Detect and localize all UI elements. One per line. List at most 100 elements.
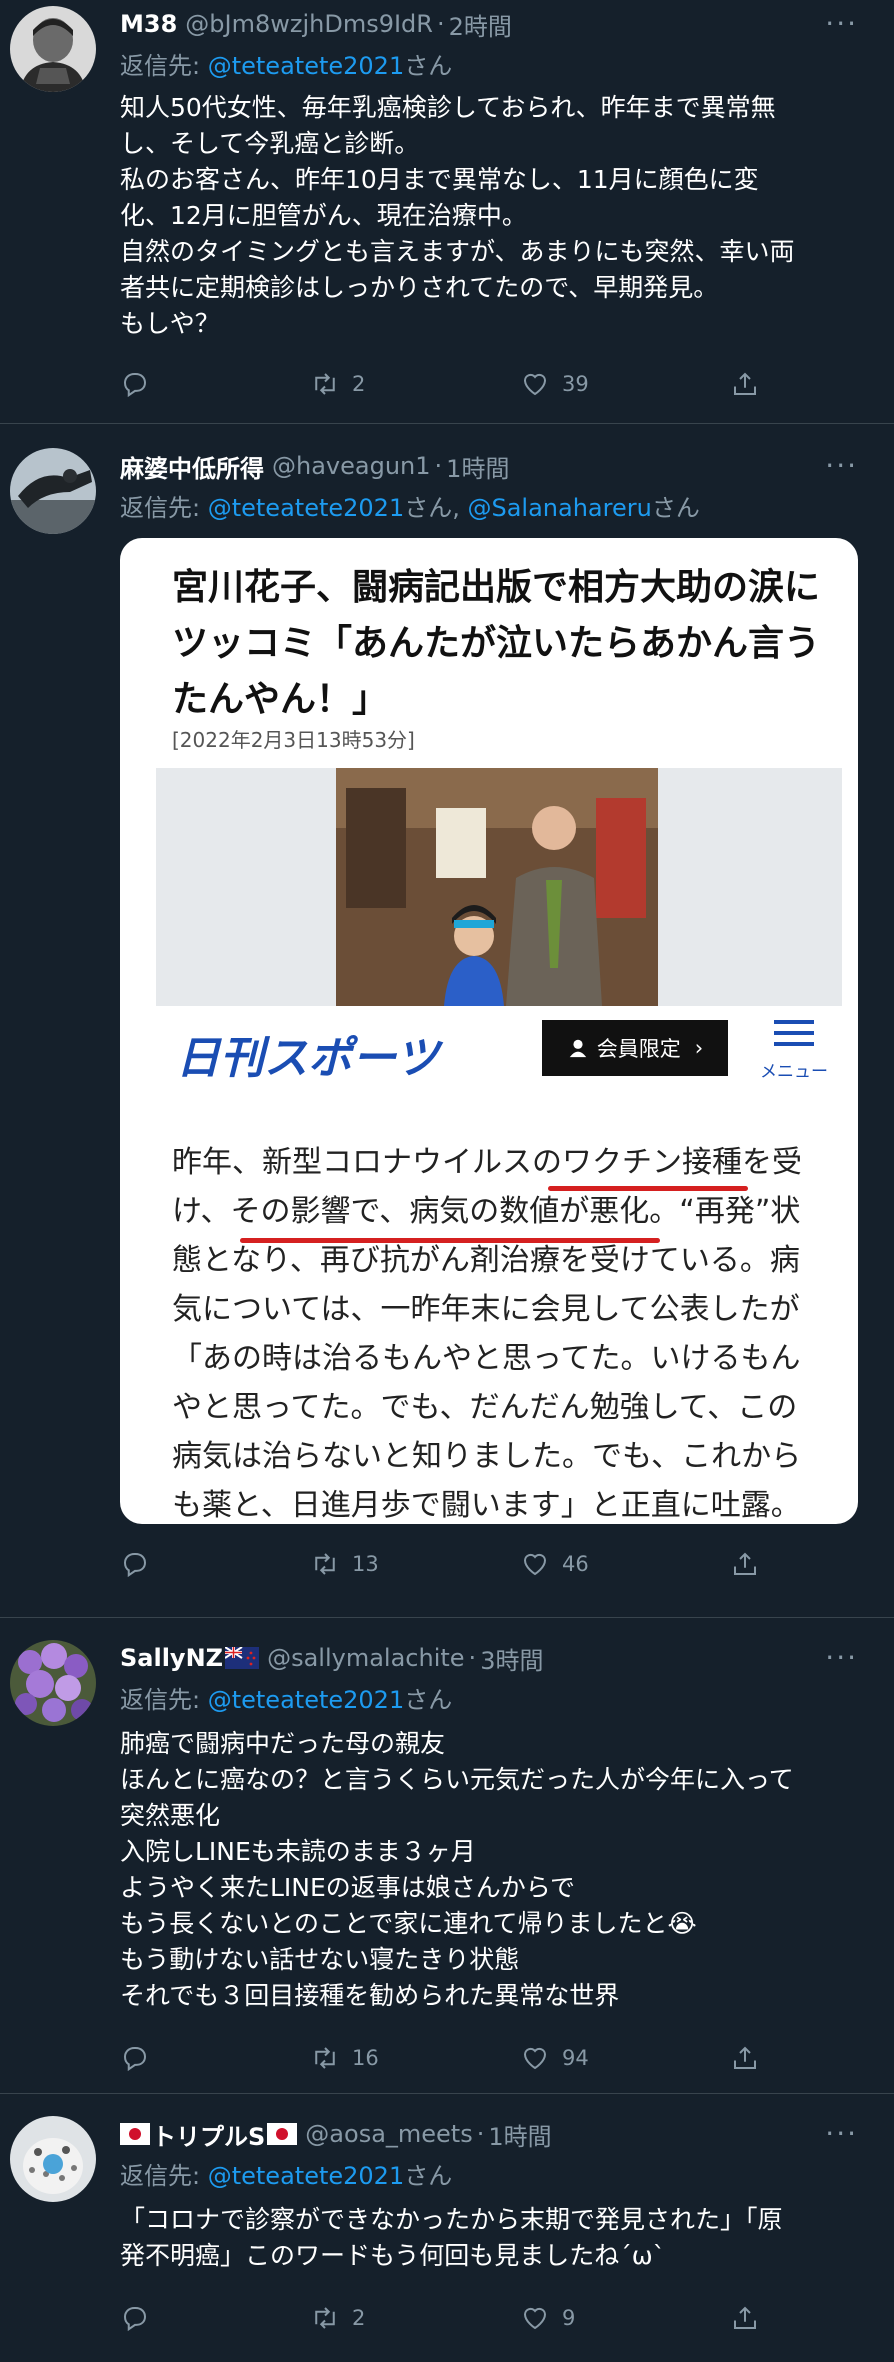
mention-link[interactable]: @teteatete2021 bbox=[208, 494, 405, 522]
text-line: 知人50代女性、毎年乳癌検診しておられ、昨年まで異常無 bbox=[120, 93, 776, 122]
reply-context: 返信先: @teteatete2021さん bbox=[120, 46, 856, 86]
timestamp[interactable]: 2時間 bbox=[449, 7, 512, 42]
display-name[interactable]: SallyNZ bbox=[120, 1644, 223, 1672]
share-button[interactable] bbox=[730, 1549, 760, 1579]
text-line: 肺癌で闘病中だった母の親友 bbox=[120, 1729, 446, 1758]
like-button[interactable]: 9 bbox=[520, 2303, 730, 2333]
hamburger-menu-icon: メニュー bbox=[756, 1014, 832, 1084]
reply-button[interactable] bbox=[120, 1549, 310, 1579]
handle[interactable]: @aosa_meets bbox=[305, 2120, 472, 2148]
display-name[interactable]: M38 bbox=[120, 10, 177, 38]
tweet[interactable]: トリプルS @aosa_meets · 1時間 ··· 返信先: @teteat… bbox=[0, 2094, 894, 2362]
timestamp[interactable]: 3時間 bbox=[480, 1641, 543, 1676]
more-icon[interactable]: ··· bbox=[825, 2120, 858, 2148]
separator-dot: · bbox=[436, 10, 445, 38]
text-line: もう動けない話せない寝たきり状態 bbox=[120, 1945, 520, 1974]
retweet-button[interactable]: 2 bbox=[310, 369, 520, 399]
retweet-icon bbox=[315, 2307, 335, 2329]
tweet-text: 肺癌で闘病中だった母の親友 ほんとに癌なの？と言うくらい元気だった人が今年に入っ… bbox=[120, 1726, 856, 2014]
member-only-label: 会員限定 bbox=[596, 1037, 681, 1061]
handle[interactable]: @sallymalachite bbox=[267, 1644, 464, 1672]
handle[interactable]: @haveagun1 bbox=[272, 452, 431, 480]
mention-link[interactable]: @teteatete2021 bbox=[208, 1686, 405, 1714]
headline-line: たんやん！」 bbox=[172, 679, 389, 720]
text-line: もう長くないとのことで家に連れて帰りましたと😭 bbox=[120, 1909, 697, 1938]
reply-suffix: さん bbox=[651, 494, 700, 522]
like-icon bbox=[523, 1553, 547, 1576]
mention-separator: , bbox=[452, 494, 468, 522]
reply-suffix: さん bbox=[404, 52, 453, 80]
text-line: 入院しLINEも未読のまま３ヶ月 bbox=[120, 1837, 476, 1866]
reply-prefix: 返信先: bbox=[120, 494, 208, 522]
tweet-image[interactable]: 宮川花子、闘病記出版で相方大助の涙に ツッコミ「あんたが泣いたらあかん言う たん… bbox=[120, 538, 858, 1524]
reply-suffix: さん bbox=[404, 2162, 453, 2190]
reply-button[interactable] bbox=[120, 2303, 310, 2333]
avatar[interactable] bbox=[10, 448, 96, 534]
flag-japan-icon bbox=[120, 2123, 150, 2145]
reply-button[interactable] bbox=[120, 369, 310, 399]
tweet-text: 知人50代女性、毎年乳癌検診しておられ、昨年まで異常無 し、そして今乳癌と診断。… bbox=[120, 90, 856, 342]
timestamp[interactable]: 1時間 bbox=[446, 449, 509, 484]
brand-logo: 日刊スポーツ bbox=[176, 1033, 440, 1084]
display-name[interactable]: トリプルS bbox=[152, 2117, 265, 2152]
reply-prefix: 返信先: bbox=[120, 52, 208, 80]
retweet-icon bbox=[315, 1553, 335, 1575]
timestamp[interactable]: 1時間 bbox=[488, 2117, 551, 2152]
tweet-header: 麻婆中低所得 @haveagun1 · 1時間 ··· bbox=[120, 444, 856, 488]
headline-line: 宮川花子、闘病記出版で相方大助の涙に bbox=[172, 567, 821, 608]
like-count: 46 bbox=[562, 1552, 589, 1576]
more-icon[interactable]: ··· bbox=[825, 10, 858, 38]
reply-icon bbox=[123, 2307, 147, 2332]
text-line: し、そして今乳癌と診断。 bbox=[120, 129, 420, 158]
text-line: 者共に定期検診はしっかりされてたので、早期発見。 bbox=[120, 273, 719, 302]
reply-icon bbox=[123, 2047, 147, 2072]
reply-icon bbox=[123, 1553, 147, 1578]
news-article: 昨年、新型コロナウイルスのワクチン接種を受 け、その影響で、病気の数値が悪化。“… bbox=[172, 1092, 802, 1524]
like-count: 9 bbox=[562, 2306, 576, 2330]
article-line: やと思ってた。でも、だんだん勉強して、この bbox=[172, 1390, 798, 1425]
avatar[interactable] bbox=[10, 1640, 96, 1726]
retweet-button[interactable]: 16 bbox=[310, 2043, 520, 2073]
mention-link[interactable]: @teteatete2021 bbox=[208, 52, 405, 80]
text-line: ようやく来たLINEの返事は娘さんからで bbox=[120, 1873, 576, 1902]
text-line: 私のお客さん、昨年10月まで異常なし、11月に顔色に変 bbox=[120, 165, 759, 194]
news-brand-bar: 日刊スポーツ 会員限定 › メニュー bbox=[156, 1014, 842, 1084]
action-bar: 2 9 bbox=[120, 2288, 856, 2348]
mention-link[interactable]: @Salanahareru bbox=[467, 494, 651, 522]
article-line: 気については、一昨年末に会見して公表したが bbox=[172, 1292, 800, 1327]
share-button[interactable] bbox=[730, 2043, 760, 2073]
action-bar: 2 39 bbox=[120, 354, 856, 414]
more-icon[interactable]: ··· bbox=[825, 452, 858, 480]
reply-prefix: 返信先: bbox=[120, 1686, 208, 1714]
like-button[interactable]: 94 bbox=[520, 2043, 730, 2073]
tweet[interactable]: 麻婆中低所得 @haveagun1 · 1時間 ··· 返信先: @teteat… bbox=[0, 424, 894, 1618]
reply-suffix: さん bbox=[404, 494, 453, 522]
separator-dot: · bbox=[434, 452, 443, 480]
retweet-button[interactable]: 2 bbox=[310, 2303, 520, 2333]
like-button[interactable]: 46 bbox=[520, 1549, 730, 1579]
retweet-button[interactable]: 13 bbox=[310, 1549, 520, 1579]
reply-button[interactable] bbox=[120, 2043, 310, 2073]
like-button[interactable]: 39 bbox=[520, 369, 730, 399]
person-icon bbox=[569, 1039, 587, 1058]
news-date: [2022年2月3日13時53分] bbox=[172, 728, 415, 752]
retweet-count: 16 bbox=[352, 2046, 379, 2070]
share-icon bbox=[734, 2046, 756, 2069]
tweet-header: M38 @bJm8wzjhDms9IdR · 2時間 ··· bbox=[120, 2, 856, 46]
handle[interactable]: @bJm8wzjhDms9IdR bbox=[185, 10, 433, 38]
share-button[interactable] bbox=[730, 2303, 760, 2333]
text-line: 化、12月に胆管がん、現在治療中。 bbox=[120, 201, 527, 230]
display-name[interactable]: 麻婆中低所得 bbox=[120, 449, 264, 484]
tweet[interactable]: SallyNZ @sallymalachite · 3時間 ··· 返信先: @… bbox=[0, 1618, 894, 2094]
avatar[interactable] bbox=[10, 2116, 96, 2202]
reply-suffix: さん bbox=[404, 1686, 453, 1714]
article-line: も薬と、日進月歩で闘います」と正直に吐露。 bbox=[172, 1488, 801, 1523]
mention-link[interactable]: @teteatete2021 bbox=[208, 2162, 405, 2190]
red-underline bbox=[548, 1186, 748, 1191]
more-icon[interactable]: ··· bbox=[825, 1644, 858, 1672]
share-button[interactable] bbox=[730, 369, 760, 399]
tweet[interactable]: M38 @bJm8wzjhDms9IdR · 2時間 ··· 返信先: @tet… bbox=[0, 0, 894, 424]
member-only-button: 会員限定 › bbox=[542, 1020, 728, 1076]
avatar[interactable] bbox=[10, 6, 96, 92]
flag-nz-icon bbox=[225, 1647, 260, 1669]
